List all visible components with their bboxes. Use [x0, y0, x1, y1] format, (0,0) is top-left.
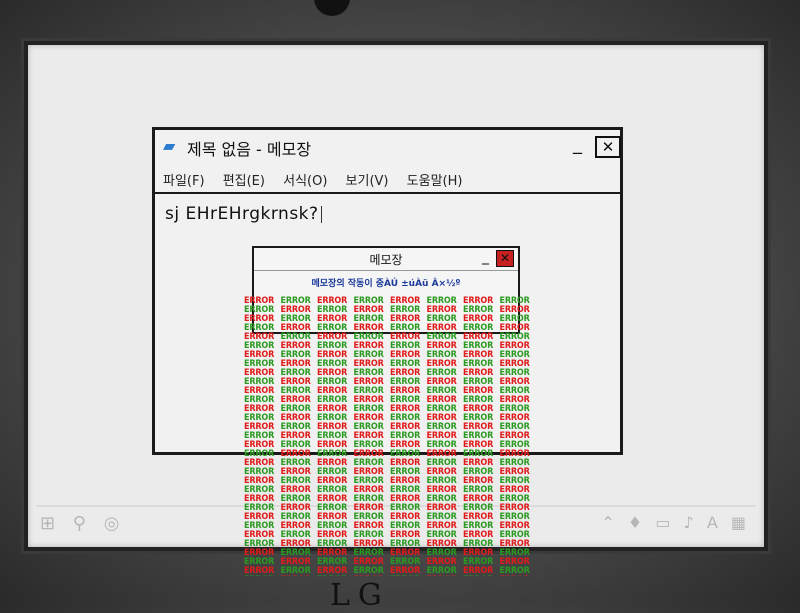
dialog-minimize-button[interactable]: _ — [482, 250, 489, 264]
camera-notch — [314, 0, 350, 16]
text-caret — [320, 205, 322, 223]
error-overflow: ERROR ERROR ERROR ERROR ERROR ERROR ERROR ERROR… — [244, 288, 536, 577]
monitor-brand-label: LG — [330, 578, 390, 613]
menu-view[interactable]: 보기(V) — [346, 174, 389, 189]
error-row: ERRORERRORERRORERRORERRORERRORERRORERROR — [244, 504, 536, 522]
error-row: ERRORERRORERRORERRORERRORERRORERRORERROR — [244, 513, 536, 531]
text-content: sj EHrEHrgkrnsk? — [165, 204, 319, 224]
error-row: ERRORERRORERRORERRORERRORERRORERRORERROR — [244, 387, 536, 405]
error-row: ERRORERRORERRORERRORERRORERRORERRORERROR — [244, 450, 536, 468]
error-row: ERRORERRORERRORERRORERRORERRORERRORERROR — [244, 441, 536, 459]
title-bar: ▰ 제목 없음 - 메모장 _ ✕ — [161, 134, 621, 160]
error-row: ERRORERRORERRORERRORERRORERRORERRORERROR — [244, 549, 536, 567]
dialog-divider — [254, 270, 518, 271]
error-row: ERRORERRORERRORERRORERRORERRORERRORERROR — [244, 342, 536, 360]
menu-bar: 파일(F) 편집(E) 서식(O) 보기(V) 도움말(H) — [163, 170, 613, 192]
menu-divider — [155, 192, 620, 194]
error-row: ERRORERRORERRORERRORERRORERRORERRORERROR — [244, 414, 536, 432]
error-row: ERRORERRORERRORERRORERRORERRORERRORERROR — [244, 378, 536, 396]
error-row: ERRORERRORERRORERRORERRORERRORERRORERROR — [244, 522, 536, 540]
error-row: ERRORERRORERRORERRORERRORERRORERRORERROR — [244, 486, 536, 504]
error-row: ERRORERRORERRORERRORERRORERRORERRORERROR — [244, 531, 536, 549]
error-row: ERRORERRORERRORERRORERRORERRORERRORERROR — [244, 333, 536, 351]
error-row: ERRORERRORERRORERRORERRORERRORERRORERROR — [244, 567, 536, 577]
menu-edit[interactable]: 편집(E) — [223, 174, 265, 189]
text-area[interactable]: sj EHrEHrgkrnsk? — [165, 204, 322, 224]
error-row: ERRORERRORERRORERRORERRORERRORERRORERROR — [244, 315, 536, 333]
dialog-title: 메모장 — [369, 253, 403, 267]
error-row: ERRORERRORERRORERRORERRORERRORERRORERROR — [244, 405, 536, 423]
taskbar-icons-left: ⊞ ⚲ ◎ — [40, 513, 126, 534]
dialog-close-button[interactable]: ✕ — [496, 250, 514, 267]
menu-file[interactable]: 파일(F) — [163, 174, 205, 189]
error-row: ERRORERRORERRORERRORERRORERRORERRORERROR — [244, 351, 536, 369]
error-row: ERRORERRORERRORERRORERRORERRORERRORERROR — [244, 540, 536, 558]
error-row: ERRORERRORERRORERRORERRORERRORERRORERROR — [244, 423, 536, 441]
error-row: ERRORERRORERRORERRORERRORERRORERRORERROR — [244, 297, 536, 315]
error-row: ERRORERRORERRORERRORERRORERRORERRORERROR — [244, 558, 536, 576]
menu-help[interactable]: 도움말(H) — [407, 174, 463, 189]
error-row: ERRORERRORERRORERRORERRORERRORERRORERROR — [244, 468, 536, 486]
error-row: ERRORERRORERRORERRORERRORERRORERRORERROR — [244, 396, 536, 414]
error-row: ERRORERRORERRORERRORERRORERRORERRORERROR — [244, 360, 536, 378]
error-row: ERRORERRORERRORERRORERRORERRORERRORERROR — [244, 432, 536, 450]
error-row: ERRORERRORERRORERRORERRORERRORERRORERROR — [244, 369, 536, 387]
error-row: ERRORERRORERRORERRORERRORERRORERRORERROR — [244, 324, 536, 342]
close-button[interactable]: ✕ — [595, 136, 621, 158]
menu-format[interactable]: 서식(O) — [283, 174, 327, 189]
error-row: ERRORERRORERRORERRORERRORERRORERRORERROR — [244, 495, 536, 513]
minimize-button[interactable]: _ — [573, 136, 582, 154]
notepad-icon: ▰ — [163, 136, 176, 155]
taskbar-tray-icons: ⌃ ♦ ▭ ♪ A ▦ — [601, 513, 750, 532]
error-row: ERRORERRORERRORERRORERRORERRORERRORERROR — [244, 459, 536, 477]
error-row: ERRORERRORERRORERRORERRORERRORERRORERROR — [244, 288, 536, 306]
window-title: 제목 없음 - 메모장 — [187, 140, 312, 159]
error-row: ERRORERRORERRORERRORERRORERRORERRORERROR — [244, 306, 536, 324]
error-row: ERRORERRORERRORERRORERRORERRORERRORERROR — [244, 477, 536, 495]
